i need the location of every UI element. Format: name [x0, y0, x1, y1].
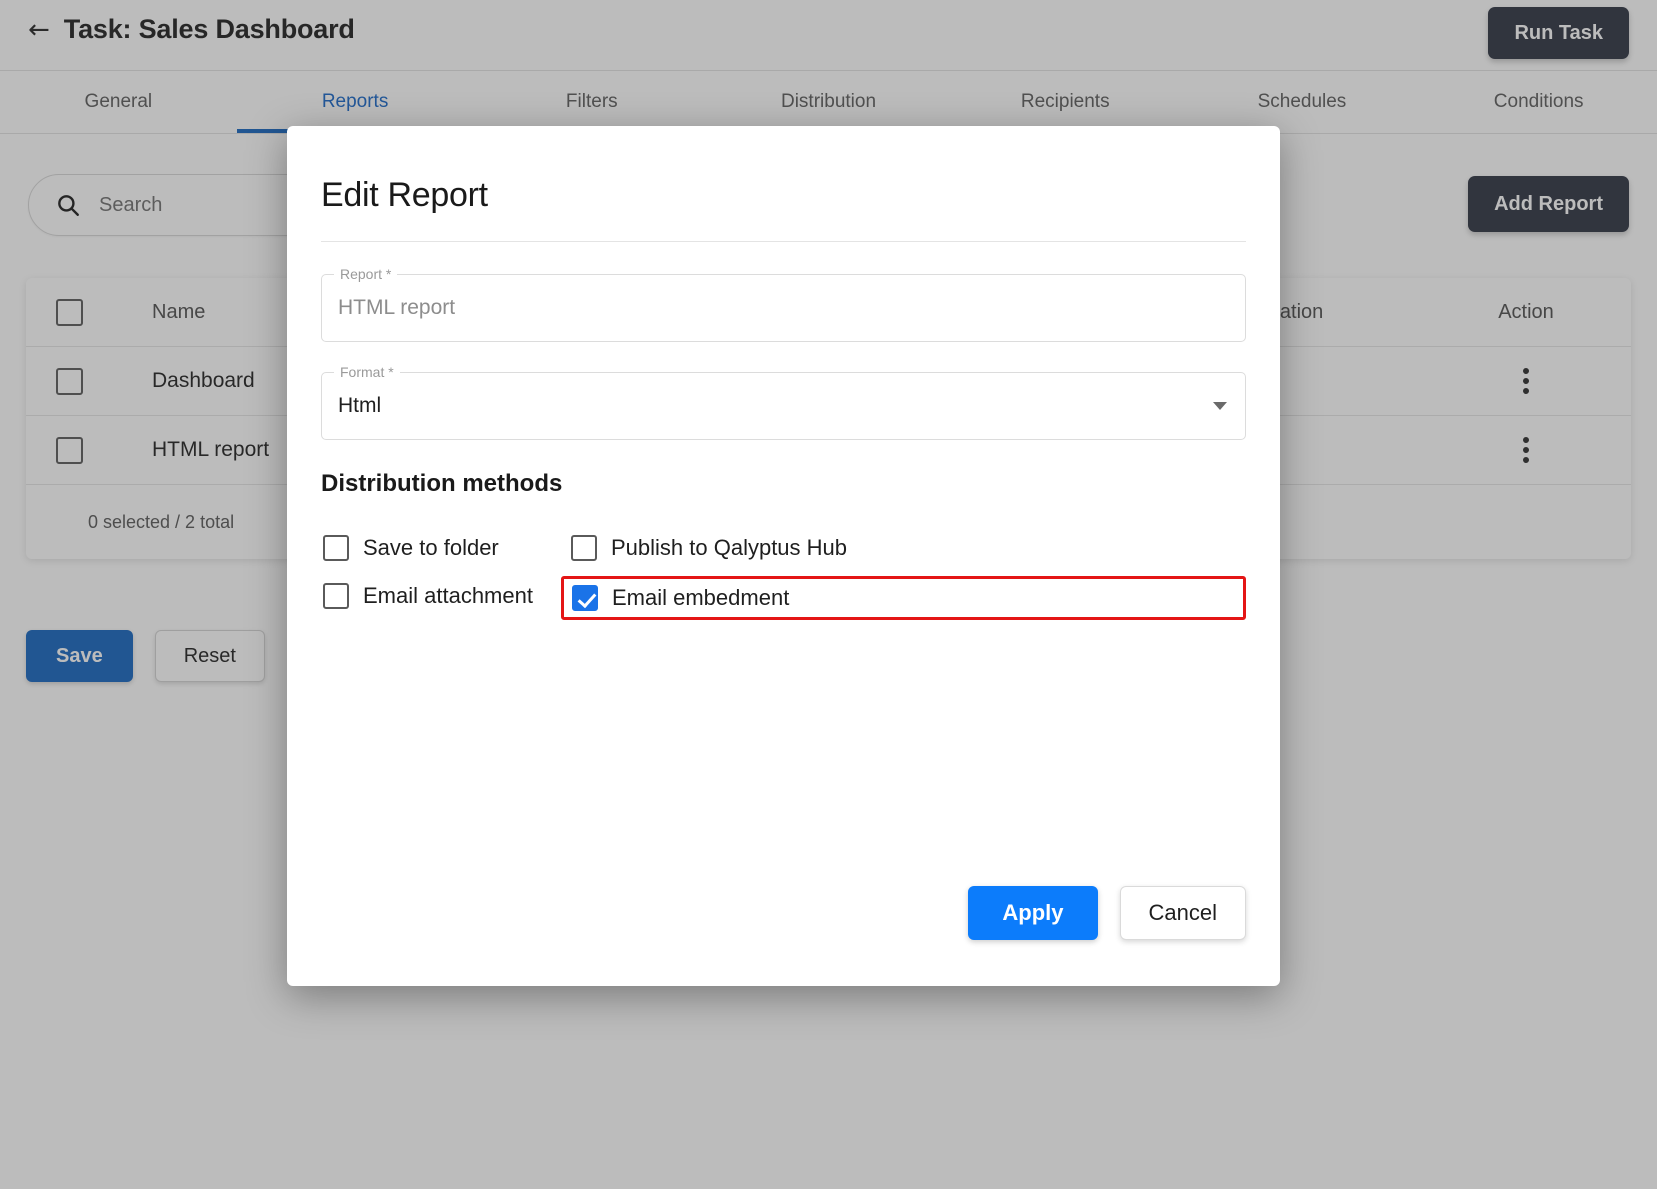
report-field-label: Report *: [334, 266, 397, 282]
cancel-button[interactable]: Cancel: [1120, 886, 1246, 940]
save-to-folder-label: Save to folder: [363, 535, 499, 561]
email-attachment-label: Email attachment: [363, 583, 533, 609]
email-attachment-checkbox[interactable]: [323, 583, 349, 609]
checkbox-publish-to-qalyptus-hub[interactable]: Publish to Qalyptus Hub: [569, 528, 1246, 568]
checkbox-email-embedment[interactable]: Email embedment: [561, 576, 1246, 620]
apply-button[interactable]: Apply: [968, 886, 1097, 940]
format-field-label: Format *: [334, 364, 400, 380]
dialog-divider: [321, 241, 1246, 242]
publish-to-qalyptus-hub-checkbox[interactable]: [571, 535, 597, 561]
checkbox-save-to-folder[interactable]: Save to folder: [321, 528, 569, 568]
format-field[interactable]: Format * Html: [321, 372, 1246, 440]
format-field-value: Html: [338, 394, 381, 418]
checkbox-email-attachment[interactable]: Email attachment: [321, 576, 569, 616]
report-field-value: HTML report: [338, 296, 455, 320]
report-field[interactable]: Report * HTML report: [321, 274, 1246, 342]
distribution-methods-group: Save to folder Publish to Qalyptus Hub E…: [321, 528, 1246, 620]
dialog-footer: Apply Cancel: [968, 886, 1246, 940]
save-to-folder-checkbox[interactable]: [323, 535, 349, 561]
chevron-down-icon[interactable]: [1213, 402, 1227, 410]
edit-report-dialog: Edit Report Report * HTML report Format …: [287, 126, 1280, 986]
email-embedment-label: Email embedment: [612, 585, 789, 611]
publish-to-qalyptus-hub-label: Publish to Qalyptus Hub: [611, 535, 847, 561]
email-embedment-checkbox[interactable]: [572, 585, 598, 611]
dialog-title: Edit Report: [321, 126, 1246, 241]
distribution-methods-heading: Distribution methods: [321, 470, 1246, 498]
